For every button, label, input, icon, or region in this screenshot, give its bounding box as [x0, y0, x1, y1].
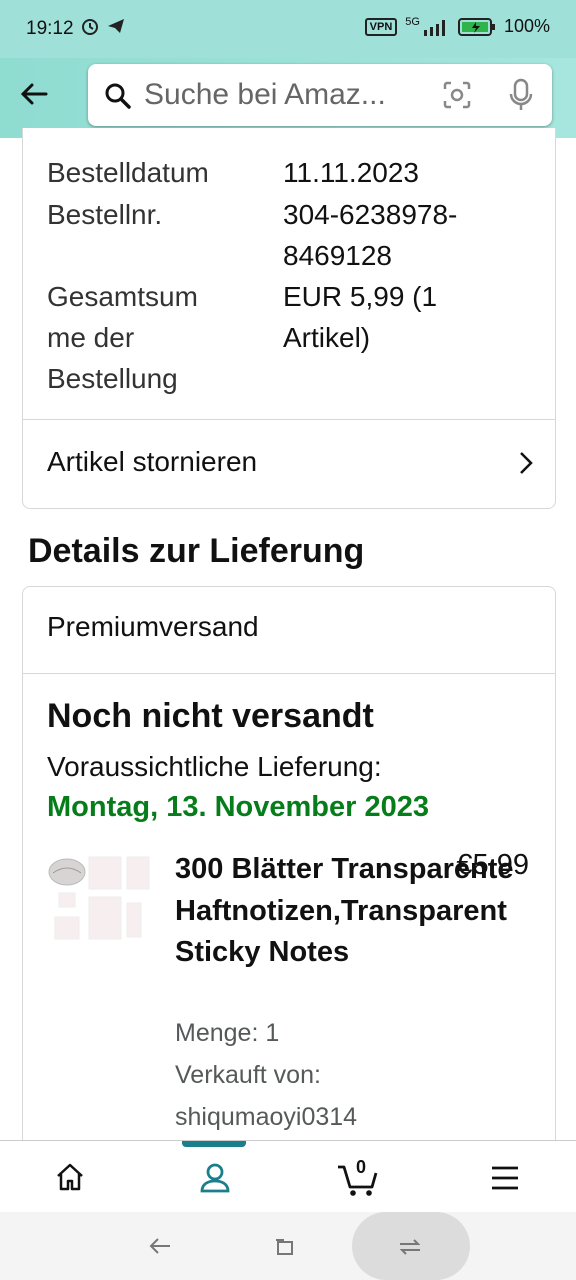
product-image[interactable] — [47, 855, 151, 943]
order-date-label: Bestelldatum — [47, 157, 209, 188]
system-recents-icon[interactable] — [398, 1236, 422, 1258]
shipment-status: Noch nicht versandt — [47, 697, 374, 735]
camera-scan-icon[interactable] — [442, 80, 472, 110]
order-total-value: EUR 5,99 (1 Artikel) — [283, 281, 438, 353]
status-left-icons — [80, 16, 126, 36]
divider — [23, 673, 555, 674]
network-label: 5G — [405, 15, 420, 28]
status-time: 19:12 — [26, 18, 74, 39]
product-price: €5,99 — [456, 849, 529, 881]
battery-level: 100% — [503, 16, 550, 36]
vpn-badge: VPN — [364, 17, 398, 36]
order-date-value: 11.11.2023 — [283, 157, 419, 188]
shipping-method: Premiumversand — [47, 611, 259, 642]
bottom-nav: 0 — [0, 1140, 576, 1213]
status-right-icons: VPN 5G 100% — [364, 15, 550, 37]
alarm-icon — [82, 19, 98, 35]
order-summary-card: Bestelldatum 11.11.2023 Bestellnr. 304-6… — [22, 128, 556, 509]
menu-icon[interactable] — [490, 1165, 520, 1191]
system-back-icon[interactable] — [148, 1236, 172, 1256]
order-total-row: Gesamtsum me der Bestellung EUR 5,99 (1 … — [47, 276, 437, 399]
search-input[interactable]: Suche bei Amaz... — [144, 78, 386, 112]
order-date-row: Bestelldatum 11.11.2023 — [47, 152, 419, 193]
search-box[interactable]: Suche bei Amaz... — [88, 64, 552, 126]
divider — [23, 419, 555, 420]
nav-active-indicator — [182, 1141, 246, 1147]
product-quantity: Menge: 1 — [175, 1019, 280, 1047]
battery-icon — [457, 17, 495, 36]
order-total-label: Gesamtsum me der Bestellung — [47, 281, 198, 394]
system-nav-bar — [0, 1212, 576, 1280]
delivery-card: Premiumversand Noch nicht versandt Vorau… — [22, 586, 556, 1147]
status-bar: 19:12 VPN 5G 100% — [0, 0, 576, 58]
expected-delivery-date: Montag, 13. November 2023 — [47, 791, 429, 823]
cancel-item-link[interactable]: Artikel stornieren — [47, 446, 257, 478]
expected-delivery-label: Voraussichtliche Lieferung: — [47, 751, 382, 782]
delivery-heading: Details zur Lieferung — [28, 532, 365, 570]
search-icon — [105, 83, 131, 109]
order-number-value: 304-6238978- 8469128 — [283, 199, 458, 271]
sold-by-label: Verkauft von: — [175, 1061, 321, 1089]
home-icon[interactable] — [54, 1161, 86, 1193]
back-arrow-icon[interactable] — [16, 76, 52, 112]
seller-name[interactable]: shiqumaoyi0314 — [175, 1103, 357, 1132]
telegram-icon — [108, 19, 124, 33]
order-number-row: Bestellnr. 304-6238978- 8469128 — [47, 194, 457, 271]
signal-icon — [423, 19, 445, 36]
order-number-label: Bestellnr. — [47, 199, 163, 230]
account-icon[interactable] — [198, 1161, 232, 1195]
chevron-right-icon[interactable] — [517, 450, 535, 476]
app-header: Suche bei Amaz... — [0, 58, 576, 138]
system-home-icon[interactable] — [274, 1236, 296, 1258]
cart-count: 0 — [356, 1157, 367, 1177]
microphone-icon[interactable] — [506, 78, 536, 112]
